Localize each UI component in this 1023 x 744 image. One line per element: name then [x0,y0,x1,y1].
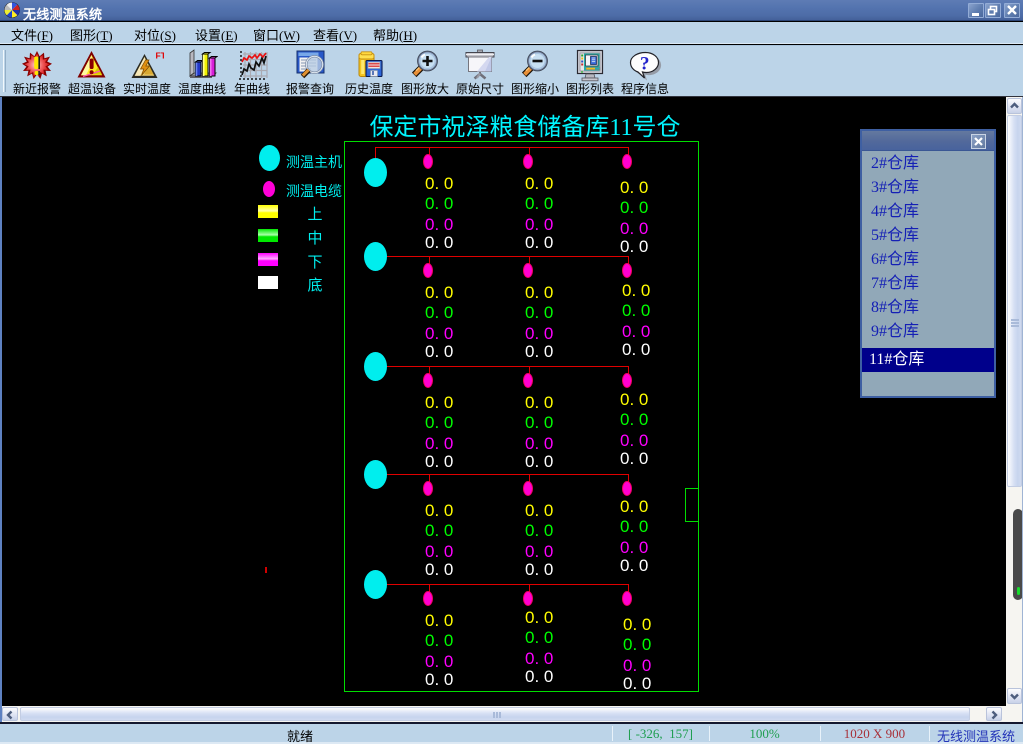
svg-text:FT: FT [156,51,165,61]
svg-text:?: ? [640,54,650,75]
